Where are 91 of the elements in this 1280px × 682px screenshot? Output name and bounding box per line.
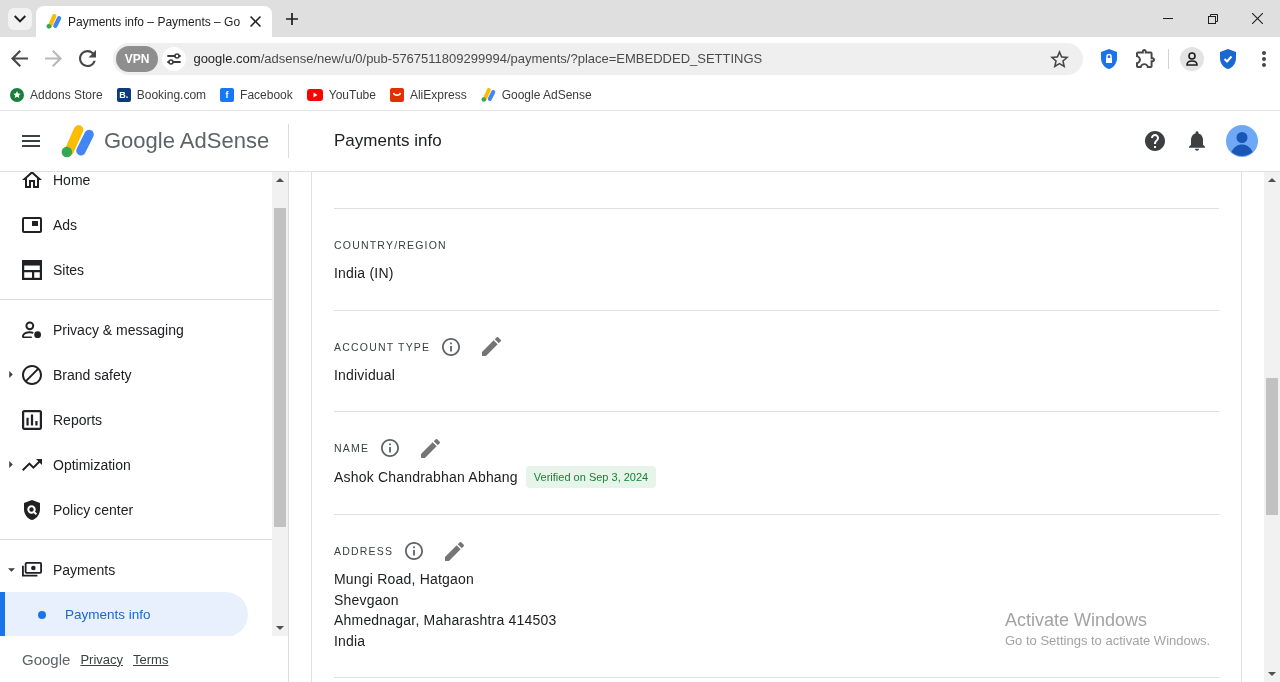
block-icon <box>22 364 42 385</box>
scroll-up-icon <box>1268 178 1276 182</box>
nav-item[interactable]: Brand safety <box>0 352 272 397</box>
more-vert-icon <box>1262 50 1266 67</box>
person-icon <box>22 320 42 339</box>
field-value: Ahmednagar, Maharashtra 414503 <box>334 611 557 630</box>
reload-icon <box>79 50 97 67</box>
footer-link[interactable]: Terms <box>133 651 169 667</box>
minimize-icon <box>1162 18 1173 19</box>
field-value: Ashok Chandrabhan Abhang <box>334 467 518 487</box>
footer-brand: Google <box>22 650 71 668</box>
info-icon[interactable] <box>405 542 424 560</box>
bar-chart-icon <box>22 409 42 430</box>
banknote-icon <box>22 562 42 577</box>
profile-icon <box>1180 46 1204 71</box>
plus-icon <box>286 12 299 25</box>
nav-item[interactable]: Privacy & messaging <box>0 307 272 352</box>
scroll-down-icon <box>276 626 284 630</box>
shield-check-icon <box>1220 48 1236 69</box>
close-icon <box>249 16 261 27</box>
star-icon[interactable] <box>1050 49 1069 68</box>
field-value: India <box>334 631 366 651</box>
nav-item[interactable]: Payments info <box>0 592 248 636</box>
field-label: ACCOUNT TYPE <box>334 340 431 353</box>
trending-up-icon <box>22 458 42 471</box>
bookmark-link[interactable]: B. Booking.com <box>116 88 207 102</box>
page-title: Payments info <box>334 131 442 151</box>
shield-search-icon <box>24 499 40 520</box>
info-icon[interactable] <box>442 337 461 356</box>
scrollbar-thumb[interactable] <box>1266 378 1278 515</box>
activation-title: Activate Windows <box>1005 609 1149 631</box>
scrollbar-thumb[interactable] <box>274 208 286 527</box>
puzzle-icon <box>1135 49 1155 68</box>
bookmark-link[interactable]: AliExpress <box>389 88 467 102</box>
site-settings-icon[interactable] <box>162 46 187 71</box>
field-value: India (IN) <box>334 264 394 283</box>
logo-icon <box>61 124 95 158</box>
field-label: ADDRESS <box>334 545 394 557</box>
star-badge-icon <box>10 88 24 102</box>
field-value: Mungi Road, Hatgaon <box>334 570 474 589</box>
bookmark-link[interactable]: YouTube <box>306 88 376 102</box>
scrollbar[interactable] <box>1264 172 1280 682</box>
scroll-up-icon <box>276 178 284 182</box>
product-name: Google AdSense <box>104 128 270 154</box>
ad-frame-icon <box>22 216 42 233</box>
bell-icon <box>1189 131 1205 151</box>
edit-icon[interactable] <box>445 541 465 561</box>
field-value: Shevgaon <box>334 590 399 610</box>
scroll-down-icon <box>1268 672 1276 676</box>
field-label: NAME <box>334 442 370 454</box>
menu-icon <box>22 135 40 147</box>
footer-link[interactable]: Privacy <box>80 651 123 667</box>
help-icon <box>1145 131 1165 151</box>
nav-item[interactable]: Optimization <box>0 442 272 487</box>
address-bar[interactable]: VPN google.com/adsense/new/u/0/pub-5767511809299994/payments/?place=EMBEDDED_SETTINGS <box>112 42 1083 75</box>
verified-badge: Verified on Sep 3, 2024 <box>525 466 657 488</box>
smile-tile-icon <box>389 88 404 102</box>
bookmark-link[interactable]: Google AdSense <box>480 88 592 102</box>
bookmark-link[interactable]: Addons Store <box>10 88 103 102</box>
field-label: COUNTRY/REGION <box>334 239 447 251</box>
chevron-down-icon <box>14 14 26 23</box>
nav-item[interactable]: Policy center <box>0 487 272 532</box>
bookmark-link[interactable]: f Facebook <box>220 88 293 102</box>
restore-icon <box>1207 13 1218 24</box>
layout-icon <box>22 259 42 280</box>
logo-icon <box>480 88 496 102</box>
bullet-icon <box>38 610 46 619</box>
back-arrow-icon <box>11 50 29 67</box>
logo-icon <box>46 14 62 29</box>
field-value: Individual <box>334 365 396 385</box>
forward-arrow-icon <box>45 50 63 67</box>
tab-search-button[interactable] <box>8 7 32 30</box>
url-text[interactable]: google.com/adsense/new/u/0/pub-5767511809299994/payments/?place=EMBEDDED_SETTINGS <box>193 51 763 66</box>
nav-item[interactable]: Sites <box>0 247 272 292</box>
scrollbar[interactable] <box>272 172 288 636</box>
close-icon <box>1252 13 1263 24</box>
letter-tile-icon: f <box>220 88 235 102</box>
nav-item[interactable]: Payments <box>0 547 272 592</box>
avatar-icon <box>1226 125 1258 157</box>
browser-tab[interactable]: Payments info – Payments – Go <box>36 6 273 37</box>
edit-icon[interactable] <box>421 438 441 458</box>
shield-lock-icon <box>1101 48 1117 69</box>
play-icon <box>306 89 323 101</box>
nav-item[interactable]: Reports <box>0 397 272 442</box>
nav-item[interactable]: Home <box>0 172 272 202</box>
info-icon[interactable] <box>381 439 400 457</box>
edit-icon[interactable] <box>482 337 502 356</box>
nav-item[interactable]: Ads <box>0 202 272 247</box>
home-icon <box>22 172 42 188</box>
activation-text: Go to Settings to activate Windows. <box>1005 633 1211 649</box>
letter-tile-icon: B. <box>116 88 131 102</box>
